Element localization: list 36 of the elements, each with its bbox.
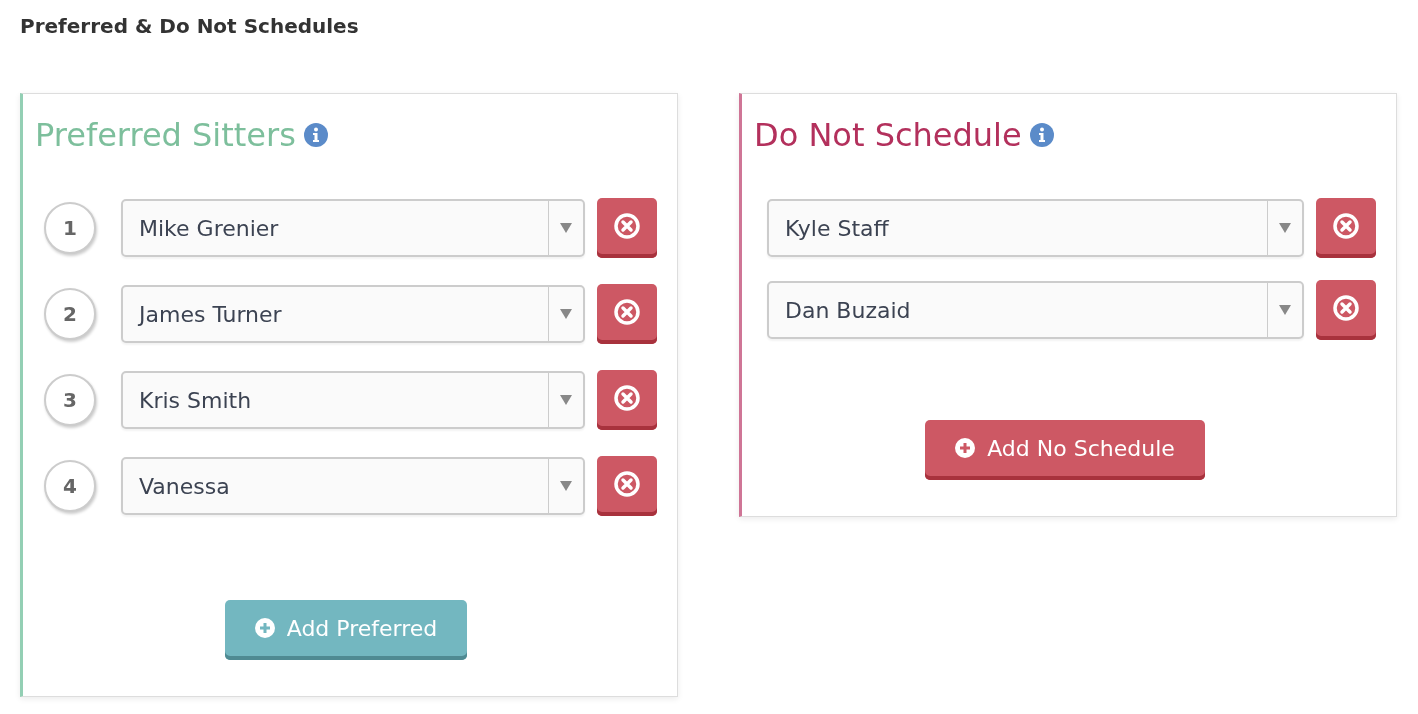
caret-icon xyxy=(560,223,572,233)
caret-icon xyxy=(560,309,572,319)
page-title: Preferred & Do Not Schedules xyxy=(20,14,360,38)
caret-icon xyxy=(560,395,572,405)
close-icon xyxy=(614,299,640,325)
sitter-select[interactable]: Mike Grenier xyxy=(121,199,585,257)
info-icon[interactable] xyxy=(1029,123,1054,147)
panel-title: Do Not Schedule xyxy=(754,116,1022,154)
info-icon[interactable] xyxy=(303,123,328,147)
remove-button[interactable] xyxy=(1316,280,1376,340)
sitter-select[interactable]: Kris Smith xyxy=(121,371,585,429)
remove-button[interactable] xyxy=(597,456,657,516)
rank-number: 3 xyxy=(44,374,96,426)
close-icon xyxy=(614,385,640,411)
rank-number: 4 xyxy=(44,460,96,512)
caret-icon xyxy=(560,481,572,491)
plus-icon xyxy=(254,618,275,638)
sitter-select[interactable]: James Turner xyxy=(121,285,585,343)
rank-number: 2 xyxy=(44,288,96,340)
sitter-select[interactable]: Vanessa xyxy=(121,457,585,515)
sitter-select[interactable]: Kyle Staff xyxy=(767,199,1304,257)
close-icon xyxy=(1333,213,1359,239)
remove-button[interactable] xyxy=(597,284,657,344)
remove-button[interactable] xyxy=(597,198,657,258)
rank-number: 1 xyxy=(44,202,96,254)
sitter-select[interactable]: Dan Buzaid xyxy=(767,281,1304,339)
plus-icon xyxy=(955,438,976,458)
close-icon xyxy=(614,471,640,497)
close-icon xyxy=(614,213,640,239)
remove-button[interactable] xyxy=(1316,198,1376,258)
add-button[interactable]: Add No Schedule xyxy=(925,420,1205,480)
caret-icon xyxy=(1279,305,1291,315)
remove-button[interactable] xyxy=(597,370,657,430)
close-icon xyxy=(1333,295,1359,321)
panel-title: Preferred Sitters xyxy=(35,116,296,154)
caret-icon xyxy=(1279,223,1291,233)
